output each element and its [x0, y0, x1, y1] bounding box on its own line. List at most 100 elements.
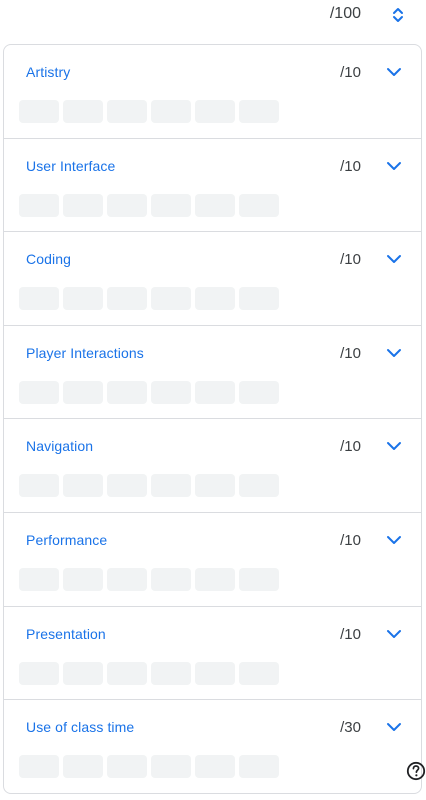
level-placeholder [19, 100, 59, 123]
criterion-title: Performance [26, 531, 108, 548]
level-placeholder [107, 755, 147, 779]
level-placeholder [195, 287, 235, 311]
level-placeholder [239, 755, 279, 779]
level-placeholder [195, 755, 235, 779]
rubric-section: Use of class time /30 [4, 700, 421, 793]
rubric-section: Player Interactions /10 [4, 326, 421, 420]
level-placeholder [63, 661, 103, 685]
level-placeholder [239, 193, 279, 217]
rubric-section-header[interactable]: Presentation /10 [4, 607, 421, 663]
level-placeholders [19, 380, 279, 404]
level-placeholder [107, 567, 147, 591]
rubric-section-header[interactable]: Coding /10 [4, 232, 421, 288]
level-placeholder [151, 567, 191, 591]
level-placeholder [239, 380, 279, 404]
criterion-title: Artistry [26, 64, 71, 80]
level-placeholder [107, 380, 147, 404]
rubric-section: Coding /10 [4, 232, 421, 326]
level-placeholders [19, 755, 279, 779]
level-placeholder [19, 755, 59, 779]
level-placeholder [195, 567, 235, 591]
chevron-down-icon [387, 442, 401, 451]
level-placeholder [195, 474, 235, 498]
level-placeholder [63, 567, 103, 591]
level-placeholder [107, 474, 147, 498]
criterion-score: /10 [340, 157, 361, 175]
rubric-section: Performance /10 [4, 513, 421, 607]
level-placeholders [19, 474, 279, 498]
rubric-section-header[interactable]: Use of class time /30 [4, 700, 421, 756]
chevron-down-icon [387, 255, 401, 264]
criterion-title: Use of class time [26, 719, 135, 736]
rubric-section: Navigation /10 [4, 419, 421, 513]
criterion-score: /10 [340, 438, 361, 456]
level-placeholder [195, 193, 235, 217]
level-placeholder [19, 567, 59, 591]
level-placeholder [195, 100, 235, 123]
total-score: /100 [329, 5, 361, 22]
level-placeholder [151, 755, 191, 779]
level-placeholder [19, 380, 59, 404]
criterion-score: /10 [340, 64, 361, 81]
expand-collapse-all-button[interactable] [388, 4, 408, 26]
level-placeholder [151, 193, 191, 217]
expand-section-button[interactable] [384, 717, 404, 737]
criterion-score: /10 [340, 251, 361, 269]
chevron-down-icon [387, 348, 401, 357]
expand-section-button[interactable] [384, 343, 404, 363]
criterion-score: /10 [340, 625, 361, 643]
expand-section-button[interactable] [384, 156, 404, 176]
chevron-down-icon [387, 535, 401, 544]
expand-section-button[interactable] [384, 530, 404, 550]
chevron-down-icon [387, 161, 401, 170]
expand-section-button[interactable] [384, 436, 404, 456]
level-placeholders [19, 661, 279, 685]
unfold-icon [393, 8, 403, 22]
criterion-score: /10 [340, 344, 361, 362]
level-placeholder [239, 287, 279, 311]
level-placeholder [151, 100, 191, 123]
criterion-score: /30 [340, 719, 361, 737]
level-placeholders [19, 567, 279, 591]
criterion-title: Presentation [26, 625, 106, 642]
level-placeholder [107, 193, 147, 217]
rubric-section: Presentation /10 [4, 607, 421, 701]
level-placeholder [151, 661, 191, 685]
rubric-card: Artistry /10 User Interface /10 Coding /… [3, 44, 422, 794]
criterion-title: Navigation [26, 438, 94, 455]
rubric-section-header[interactable]: Navigation /10 [4, 419, 421, 475]
level-placeholder [195, 380, 235, 404]
expand-section-button[interactable] [384, 62, 404, 82]
level-placeholder [151, 380, 191, 404]
help-icon [406, 761, 426, 781]
rubric-section-header[interactable]: User Interface /10 [4, 139, 421, 195]
expand-section-button[interactable] [384, 624, 404, 644]
level-placeholder [239, 474, 279, 498]
level-placeholder [19, 661, 59, 685]
rubric-section: Artistry /10 [4, 45, 421, 139]
rubric-section-header[interactable]: Performance /10 [4, 513, 421, 569]
level-placeholder [19, 474, 59, 498]
help-button[interactable] [406, 761, 426, 783]
level-placeholder [151, 474, 191, 498]
total-score-row: /100 [0, 0, 426, 30]
expand-section-button[interactable] [384, 249, 404, 269]
chevron-down-icon [387, 68, 401, 76]
level-placeholder [63, 193, 103, 217]
level-placeholder [63, 287, 103, 311]
rubric-section-header[interactable]: Player Interactions /10 [4, 326, 421, 382]
level-placeholders [19, 100, 279, 123]
level-placeholder [151, 287, 191, 311]
rubric-section-header[interactable]: Artistry /10 [4, 45, 421, 101]
criterion-title: Coding [26, 251, 71, 268]
level-placeholder [107, 100, 147, 123]
level-placeholder [239, 100, 279, 123]
level-placeholder [239, 567, 279, 591]
level-placeholder [63, 474, 103, 498]
criterion-title: User Interface [26, 157, 116, 174]
level-placeholder [19, 287, 59, 311]
chevron-down-icon [387, 723, 401, 732]
criterion-score: /10 [340, 531, 361, 549]
level-placeholder [63, 380, 103, 404]
level-placeholder [107, 661, 147, 685]
